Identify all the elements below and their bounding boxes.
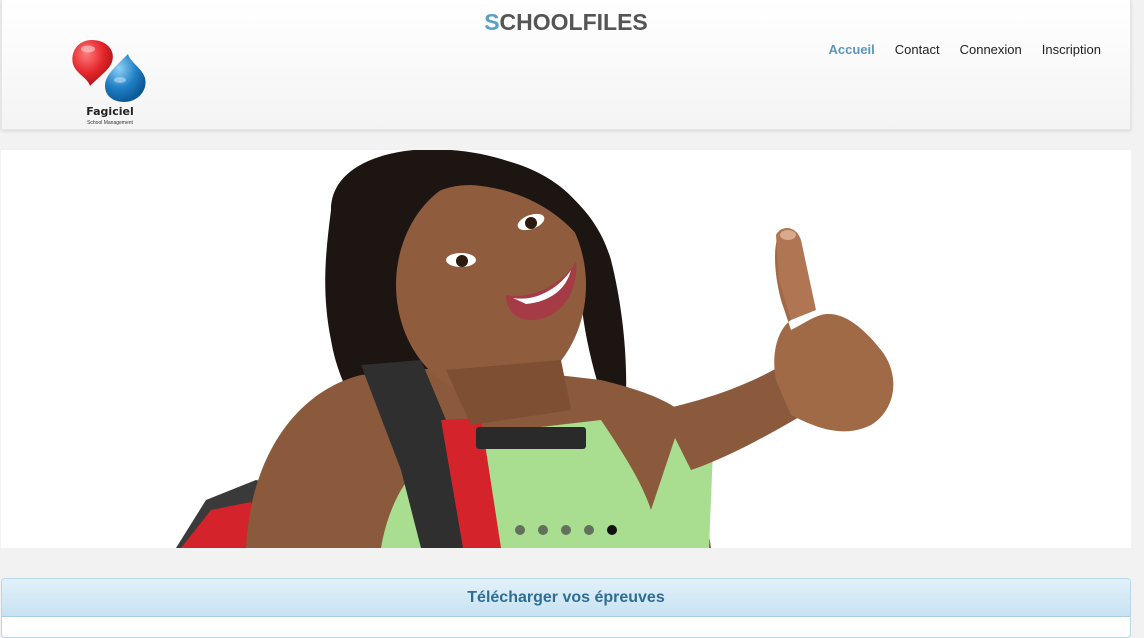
carousel-indicators <box>515 525 617 535</box>
logo-drops-icon <box>72 40 146 102</box>
hero-carousel[interactable] <box>1 150 1131 548</box>
panel-heading: Télécharger vos épreuves <box>2 579 1130 617</box>
hero-slide-image <box>176 150 894 548</box>
download-panel: Télécharger vos épreuves <box>1 578 1131 638</box>
carousel-dot-4[interactable] <box>584 525 594 535</box>
carousel-dot-2[interactable] <box>538 525 548 535</box>
logo-name: Fagiciel <box>86 105 134 118</box>
main-nav: Accueil Contact Connexion Inscription <box>829 42 1101 57</box>
carousel-dot-5[interactable] <box>607 525 617 535</box>
fagiciel-logo[interactable]: Fagiciel School Management <box>66 36 154 130</box>
site-title[interactable]: SCHOOLFILES <box>2 9 1130 36</box>
nav-inscription-link[interactable]: Inscription <box>1042 42 1101 57</box>
site-title-first-letter: S <box>484 9 500 35</box>
nav-connexion-link[interactable]: Connexion <box>960 42 1022 57</box>
site-title-rest: CHOOLFILES <box>499 9 648 35</box>
carousel-dot-1[interactable] <box>515 525 525 535</box>
site-header: SCHOOLFILES Fagiciel School Management A… <box>1 0 1131 130</box>
nav-contact-link[interactable]: Contact <box>895 42 940 57</box>
nav-accueil-link[interactable]: Accueil <box>829 42 875 57</box>
carousel-dot-3[interactable] <box>561 525 571 535</box>
logo-subtitle: School Management <box>87 120 133 126</box>
